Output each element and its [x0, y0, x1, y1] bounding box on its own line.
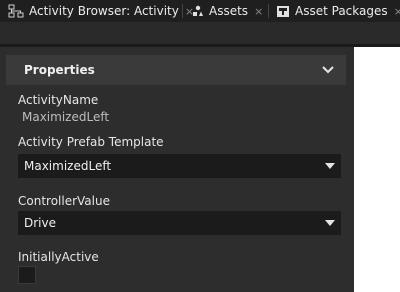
tab-activity-browser[interactable]: Activity Browser: Activity ×	[8, 0, 194, 22]
tab-label: Asset Packages	[295, 4, 388, 18]
assets-icon	[192, 5, 204, 17]
tab-divider	[182, 4, 183, 18]
controller-value-label: ControllerValue	[18, 194, 110, 208]
prefab-template-label: Activity Prefab Template	[18, 135, 164, 149]
hierarchy-icon	[8, 4, 24, 18]
asset-packages-icon	[276, 5, 290, 18]
prefab-template-dropdown[interactable]: MaximizedLeft	[18, 154, 341, 178]
tab-asset-packages[interactable]: Asset Packages ×	[276, 0, 400, 22]
toolbar-area	[0, 22, 400, 44]
dropdown-value: MaximizedLeft	[24, 159, 112, 173]
properties-panel: Properties ActivityName MaximizedLeft Ac…	[0, 47, 354, 292]
tab-bar: Activity Browser: Activity × Assets × As…	[0, 0, 400, 22]
activity-name-label: ActivityName	[18, 93, 99, 107]
close-icon[interactable]: ×	[394, 6, 400, 17]
properties-section-header[interactable]: Properties	[6, 55, 346, 85]
tab-divider	[268, 4, 269, 18]
tab-label: Assets	[209, 4, 249, 18]
initially-active-checkbox[interactable]	[18, 266, 36, 284]
dropdown-arrow-icon	[325, 163, 335, 169]
dropdown-arrow-icon	[325, 220, 335, 226]
viewport-area[interactable]	[354, 47, 400, 292]
tab-assets[interactable]: Assets ×	[192, 0, 263, 22]
initially-active-label: InitiallyActive	[18, 250, 99, 264]
dropdown-value: Drive	[24, 216, 56, 230]
controller-value-dropdown[interactable]: Drive	[18, 211, 341, 235]
section-title: Properties	[24, 63, 95, 77]
activity-name-value: MaximizedLeft	[22, 110, 110, 124]
tab-label: Activity Browser: Activity	[29, 4, 179, 18]
chevron-down-icon[interactable]	[322, 64, 334, 78]
close-icon[interactable]: ×	[254, 6, 263, 17]
